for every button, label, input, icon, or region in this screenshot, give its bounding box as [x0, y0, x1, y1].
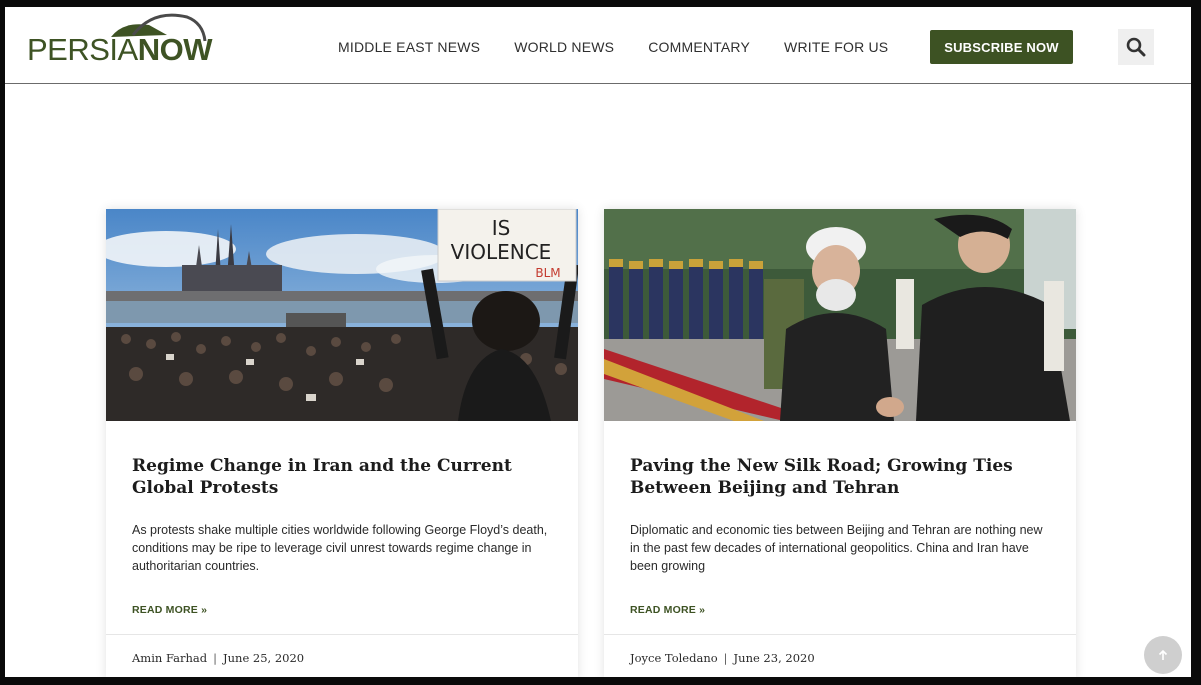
article-meta: Amin Farhad | June 25, 2020: [106, 634, 578, 677]
scroll-to-top-button[interactable]: [1144, 636, 1182, 674]
read-more-link[interactable]: READ MORE »: [132, 604, 207, 616]
sign-text-is: IS: [492, 216, 511, 240]
protest-photo: IS VIOLENCE BLM: [106, 209, 578, 421]
article-date: June 23, 2020: [733, 651, 815, 665]
article-title[interactable]: Paving the New Silk Road; Growing Ties B…: [630, 455, 1050, 499]
article-image[interactable]: [604, 209, 1076, 421]
article-date: June 25, 2020: [223, 651, 305, 665]
nav-world-news[interactable]: WORLD NEWS: [514, 38, 614, 56]
site-header: PERSIANOW MIDDLE EAST NEWS WORLD NEWS CO…: [5, 7, 1191, 84]
site-logo[interactable]: PERSIANOW: [27, 11, 212, 71]
main-nav: MIDDLE EAST NEWS WORLD NEWS COMMENTARY W…: [338, 38, 922, 56]
search-icon: [1126, 37, 1146, 57]
read-more-link[interactable]: READ MORE »: [630, 604, 705, 616]
article-excerpt: As protests shake multiple cities worldw…: [132, 523, 548, 573]
article-image[interactable]: IS VIOLENCE BLM: [106, 209, 578, 421]
sign-text-violence: VIOLENCE: [451, 240, 552, 264]
nav-commentary[interactable]: COMMENTARY: [648, 38, 750, 56]
nav-middle-east-news[interactable]: MIDDLE EAST NEWS: [338, 38, 480, 56]
logo-word-persia: PERSIA: [27, 32, 138, 67]
arrow-up-icon: [1158, 649, 1168, 660]
nav-write-for-us[interactable]: WRITE FOR US: [784, 38, 888, 56]
meta-separator: |: [723, 651, 728, 665]
meta-separator: |: [213, 651, 218, 665]
article-card: Paving the New Silk Road; Growing Ties B…: [604, 209, 1076, 677]
logo-word-now: NOW: [137, 32, 213, 67]
article-author: Joyce Toledano: [630, 651, 718, 665]
article-title[interactable]: Regime Change in Iran and the Current Gl…: [132, 455, 552, 499]
logo-text: PERSIANOW: [27, 33, 212, 67]
article-card: IS VIOLENCE BLM Regime Change in Iran an…: [106, 209, 578, 677]
search-button[interactable]: [1118, 29, 1154, 65]
browser-viewport: PERSIANOW MIDDLE EAST NEWS WORLD NEWS CO…: [5, 7, 1191, 677]
article-author: Amin Farhad: [132, 651, 208, 665]
article-meta: Joyce Toledano | June 23, 2020: [604, 634, 1076, 677]
article-excerpt: Diplomatic and economic ties between Bei…: [630, 523, 1043, 573]
subscribe-button[interactable]: SUBSCRIBE NOW: [930, 30, 1073, 64]
sign-text-blm: BLM: [535, 266, 560, 280]
leaders-photo: [604, 209, 1076, 421]
